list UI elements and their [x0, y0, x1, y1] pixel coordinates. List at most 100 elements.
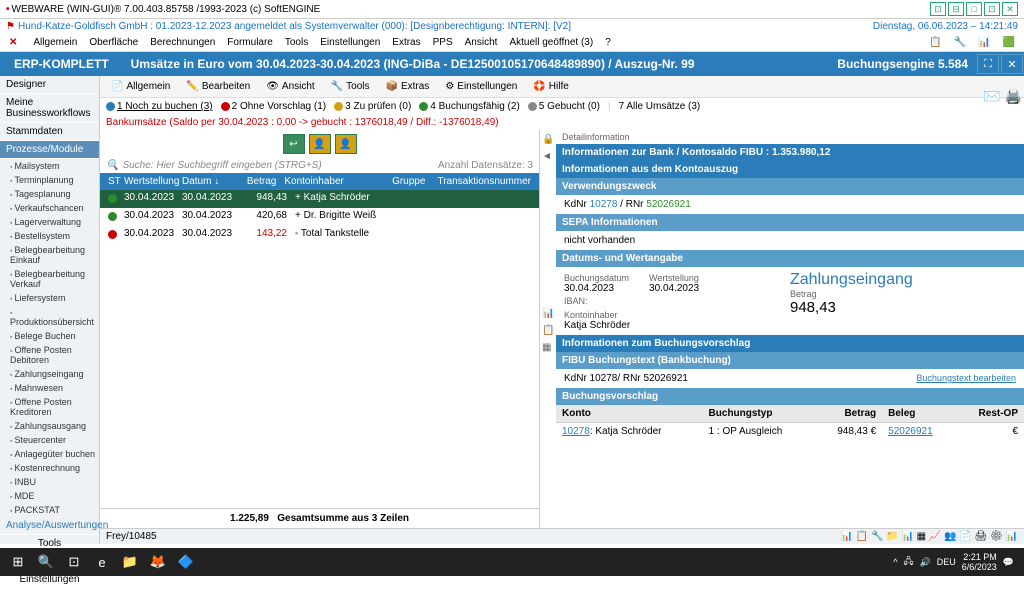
side-icon-arrow[interactable]: ◄ [542, 151, 554, 162]
menu-formulare[interactable]: Formulare [222, 36, 278, 49]
win-btn-4[interactable]: ⊡ [984, 2, 1000, 16]
menu-extras[interactable]: Extras [387, 36, 425, 49]
sidebar-item-2[interactable]: Tagesplanung [0, 187, 99, 201]
filter-4[interactable]: 4 Buchungsfähig (2) [419, 101, 520, 112]
sidebar-prozesse[interactable]: Prozesse/Module [0, 141, 99, 159]
detail-tab[interactable]: Detailinformation [556, 130, 1024, 144]
sidebar-item-6[interactable]: Belegbearbeitung Einkauf [0, 243, 99, 267]
menu-pps[interactable]: PPS [428, 36, 458, 49]
action-btn-2[interactable]: 👤 [309, 134, 331, 154]
search-input[interactable]: Suche: Hier Suchbegriff eingeben (STRG+S… [122, 160, 321, 171]
sidebar-item-19[interactable]: INBU [0, 475, 99, 489]
side-icon-c[interactable]: ▦ [542, 342, 554, 353]
sidebar-item-12[interactable]: Zahlungseingang [0, 367, 99, 381]
close-button[interactable]: ✕ [1001, 54, 1023, 74]
sidebar-analyse[interactable]: Analyse/Auswertungen [0, 517, 99, 535]
tray-notif-icon[interactable]: 💬 [1003, 557, 1014, 568]
print-icon[interactable]: 🖨️ [1005, 88, 1022, 105]
start-button[interactable]: ⊞ [4, 548, 32, 576]
sidebar-item-18[interactable]: Kostenrechnung [0, 461, 99, 475]
sidebar-item-16[interactable]: Steuercenter [0, 433, 99, 447]
search-taskbar-icon[interactable]: 🔍 [32, 548, 60, 576]
sidebar-item-10[interactable]: Belege Buchen [0, 329, 99, 343]
edge-icon[interactable]: e [88, 548, 116, 576]
menu-icon-3[interactable]: 📊 [973, 36, 995, 49]
filter-3[interactable]: 3 Zu prüfen (0) [334, 101, 411, 112]
menu-icon-1[interactable]: 📋 [924, 36, 946, 49]
sidebar-item-8[interactable]: Liefersystem [0, 291, 99, 305]
win-btn-3[interactable]: □ [966, 2, 982, 16]
menu-allgemein[interactable]: Allgemein [28, 36, 82, 49]
grid-row-1[interactable]: 30.04.202330.04.2023420,68+ Dr. Brigitte… [100, 208, 539, 226]
menu-icon-4[interactable]: 🟩 [998, 36, 1020, 49]
side-icon-b[interactable]: 📋 [542, 325, 554, 336]
edit-buchungstext-link[interactable]: Buchungstext bearbeiten [916, 373, 1016, 383]
sidebar-item-21[interactable]: PACKSTAT [0, 503, 99, 517]
tb-extras[interactable]: 📦Extras [379, 78, 437, 95]
taskview-icon[interactable]: ⊡ [60, 548, 88, 576]
col-gruppe[interactable]: Gruppe [388, 175, 433, 188]
menu-oberflaeche[interactable]: Oberfläche [84, 36, 143, 49]
grid-row-0[interactable]: 30.04.202330.04.2023948,43+ Katja Schröd… [100, 190, 539, 208]
col-betrag[interactable]: Betrag [231, 175, 281, 188]
expand-button[interactable]: ⛶ [977, 54, 999, 74]
sidebar-item-1[interactable]: Terminplanung [0, 173, 99, 187]
action-btn-1[interactable]: ↩ [283, 134, 305, 154]
col-st[interactable]: ST [104, 175, 120, 188]
firefox-icon[interactable]: 🦊 [144, 548, 172, 576]
tb-ansicht[interactable]: 👁Ansicht [259, 78, 322, 95]
sidebar-item-13[interactable]: Mahnwesen [0, 381, 99, 395]
col-inhaber[interactable]: Kontoinhaber [280, 175, 388, 188]
tray-net-icon[interactable]: 🖧 [903, 554, 913, 570]
filter-1[interactable]: 1 Noch zu buchen (3) [106, 101, 213, 112]
sug-beleg-link[interactable]: 52026921 [888, 426, 933, 437]
app-icon[interactable]: 🔷 [172, 548, 200, 576]
sidebar-designer[interactable]: Designer [0, 76, 99, 94]
sidebar-item-11[interactable]: Offene Posten Debitoren [0, 343, 99, 367]
grid-row-2[interactable]: 30.04.202330.04.2023143,22- Total Tankst… [100, 226, 539, 244]
mail-icon[interactable]: ✉️ [983, 88, 1000, 105]
sidebar-item-9[interactable]: Produktionsübersicht [0, 305, 99, 329]
filter-7[interactable]: 7 Alle Umsätze (3) [619, 101, 701, 112]
col-wert[interactable]: Wertstellung [120, 175, 178, 188]
tray-vol-icon[interactable]: 🔊 [920, 557, 931, 568]
win-btn-1[interactable]: ⊡ [930, 2, 946, 16]
side-icon-lock[interactable]: 🔒 [542, 134, 554, 145]
tb-tools[interactable]: 🔧Tools [324, 78, 377, 95]
sidebar-item-3[interactable]: Verkaufschancen [0, 201, 99, 215]
tray-lang[interactable]: DEU [937, 557, 956, 567]
tb-hilfe[interactable]: 🛟Hilfe [526, 78, 575, 95]
menu-icon-2[interactable]: 🔧 [949, 36, 971, 49]
win-btn-5[interactable]: ✕ [1002, 2, 1018, 16]
col-datum[interactable]: Datum ↓ [178, 175, 231, 188]
menu-close-icon[interactable]: ✕ [4, 36, 22, 49]
tb-einst[interactable]: ⚙Einstellungen [438, 78, 524, 95]
win-btn-2[interactable]: ⊟ [948, 2, 964, 16]
tb-allgemein[interactable]: 📄Allgemein [104, 78, 177, 95]
action-btn-3[interactable]: 👤 [335, 134, 357, 154]
filter-2[interactable]: 2 Ohne Vorschlag (1) [221, 101, 327, 112]
sidebar-item-5[interactable]: Bestellsystem [0, 229, 99, 243]
filter-5[interactable]: 5 Gebucht (0) [528, 101, 600, 112]
sidebar-item-4[interactable]: Lagerverwaltung [0, 215, 99, 229]
tb-bearbeiten[interactable]: ✏️Bearbeiten [179, 78, 257, 95]
sidebar-item-0[interactable]: Mailsystem [0, 159, 99, 173]
menu-help[interactable]: ? [600, 36, 616, 49]
menu-tools[interactable]: Tools [280, 36, 313, 49]
explorer-icon[interactable]: 📁 [116, 548, 144, 576]
suggestion-row[interactable]: 10278: Katja Schröder 1 : OP Ausgleich 9… [556, 423, 1024, 441]
sidebar-item-15[interactable]: Zahlungsausgang [0, 419, 99, 433]
sidebar-item-14[interactable]: Offene Posten Kreditoren [0, 395, 99, 419]
menu-aktuell[interactable]: Aktuell geöffnet (3) [504, 36, 598, 49]
menu-berechnungen[interactable]: Berechnungen [145, 36, 220, 49]
sidebar-workflows[interactable]: Meine Businessworkflows [0, 94, 99, 123]
col-trans[interactable]: Transaktionsnummer [433, 175, 535, 188]
menu-ansicht[interactable]: Ansicht [460, 36, 503, 49]
sidebar-item-7[interactable]: Belegbearbeitung Verkauf [0, 267, 99, 291]
sug-konto-link[interactable]: 10278 [562, 426, 590, 437]
side-icon-a[interactable]: 📊 [542, 308, 554, 319]
sidebar-item-20[interactable]: MDE [0, 489, 99, 503]
sidebar-item-17[interactable]: Anlagegüter buchen [0, 447, 99, 461]
menu-einstellungen[interactable]: Einstellungen [315, 36, 385, 49]
sidebar-stammdaten[interactable]: Stammdaten [0, 123, 99, 141]
